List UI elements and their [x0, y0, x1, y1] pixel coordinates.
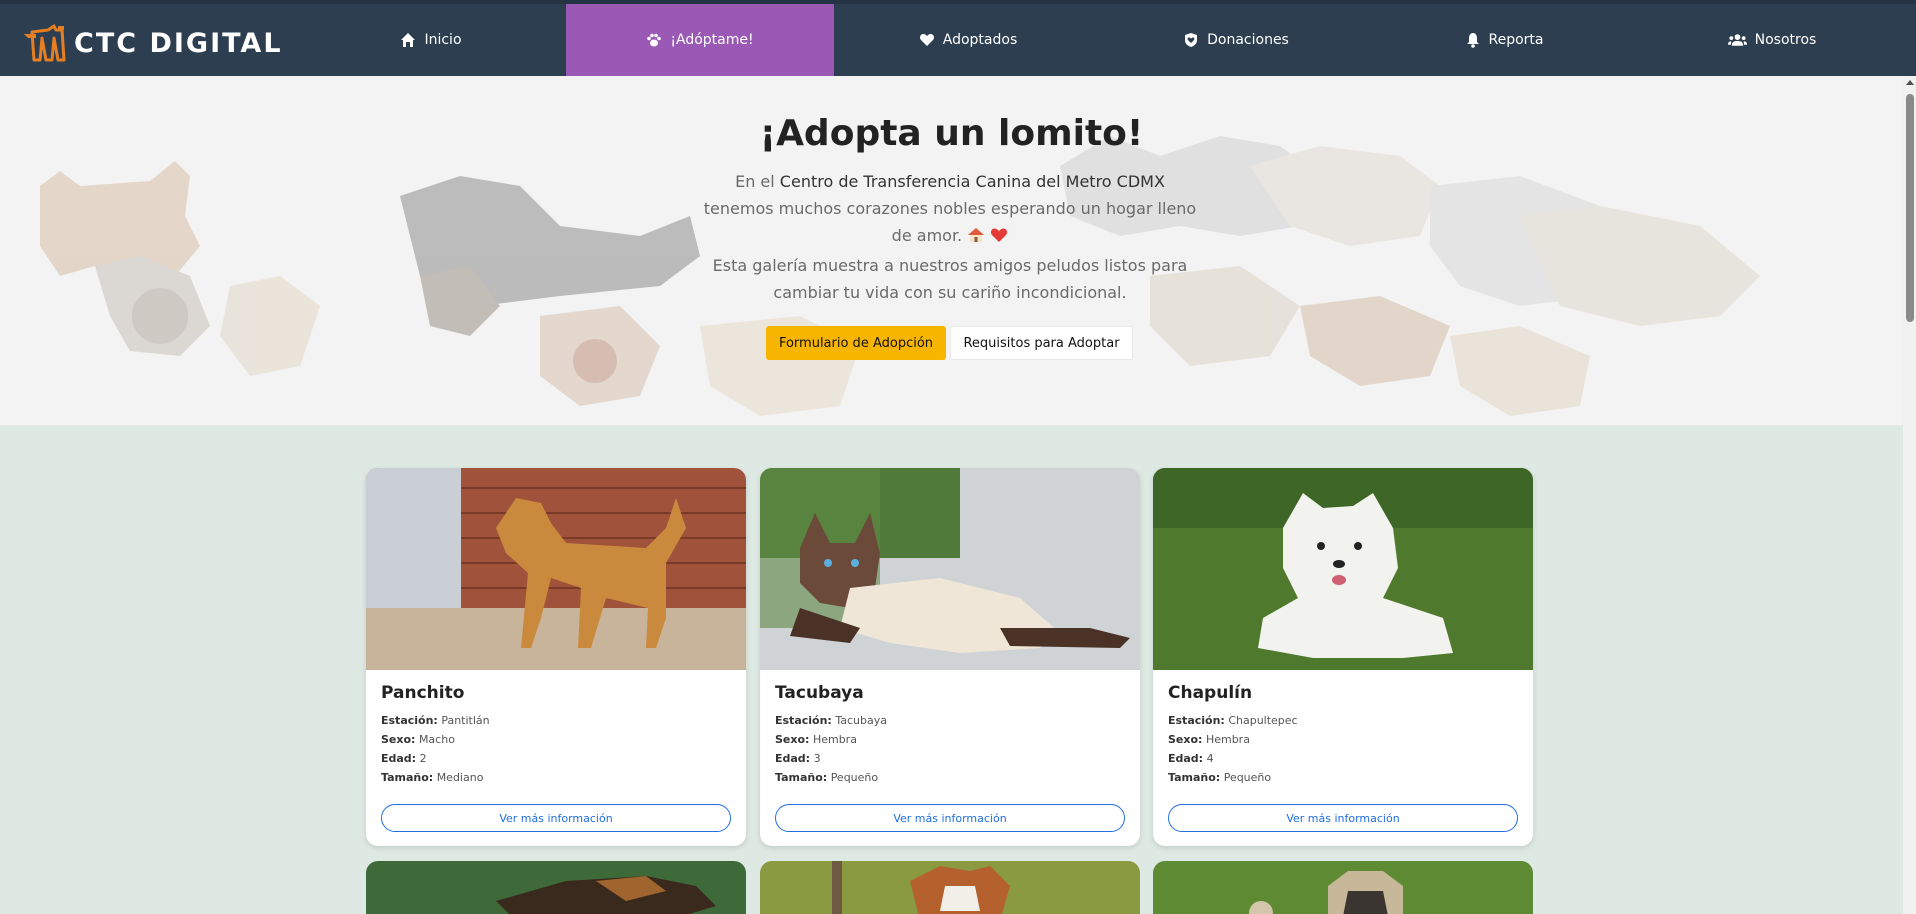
adoption-requirements-button[interactable]: Requisitos para Adoptar — [950, 326, 1133, 360]
hero-section: ¡Adopta un lomito! En el Centro de Trans… — [0, 76, 1903, 425]
pet-photo — [366, 468, 746, 670]
more-info-button[interactable]: Ver más información — [381, 804, 731, 832]
pet-age: Edad: 4 — [1168, 752, 1214, 765]
paw-icon — [647, 33, 662, 47]
pet-name: Tacubaya — [775, 683, 864, 703]
more-info-button[interactable]: Ver más información — [775, 804, 1125, 832]
pet-sex: Sexo: Hembra — [775, 733, 857, 746]
dog-photo-image — [366, 861, 746, 914]
dog-photo-image — [1153, 468, 1533, 670]
heart-icon — [919, 34, 934, 46]
dog-photo-image — [1153, 861, 1533, 914]
pet-card: Panchito Estación: Pantitlán Sexo: Macho… — [366, 468, 746, 846]
pet-size: Tamaño: Mediano — [381, 771, 484, 784]
nav-label: Inicio — [424, 32, 462, 48]
nav-label: Reporta — [1488, 32, 1544, 48]
more-info-button[interactable]: Ver más información — [1168, 804, 1518, 832]
page-scrollbar[interactable] — [1903, 76, 1916, 914]
heart-emoji-icon — [991, 228, 1008, 242]
hero-description: Esta galería muestra a nuestros amigos p… — [712, 256, 1188, 302]
pet-sex: Sexo: Hembra — [1168, 733, 1250, 746]
cat-photo-image — [760, 468, 1140, 670]
adoption-form-button[interactable]: Formulario de Adopción — [766, 326, 946, 360]
hero-intro: En el Centro de Transferencia Canina del… — [703, 172, 1197, 245]
home-icon — [401, 33, 416, 47]
pet-card: Chapulín Estación: Chapultepec Sexo: Hem… — [1153, 468, 1533, 846]
pet-size: Tamaño: Pequeño — [775, 771, 879, 784]
scroll-up-arrow-icon[interactable] — [1906, 80, 1914, 85]
pet-name: Panchito — [381, 683, 465, 703]
top-navbar: CTC DIGITAL Inicio ¡Adóptame! Adoptados … — [0, 0, 1916, 76]
pet-card-partial — [366, 861, 746, 914]
house-emoji-icon — [968, 228, 985, 242]
bell-icon — [1466, 33, 1479, 48]
pet-station: Estación: Tacubaya — [775, 714, 887, 727]
metro-dog-logo-icon — [24, 24, 66, 62]
dog-photo-image — [366, 468, 746, 670]
center-name: Centro de Transferencia Canina del Metro… — [779, 172, 1165, 191]
pet-station: Estación: Pantitlán — [381, 714, 490, 727]
nav-item-adoptame[interactable]: ¡Adóptame! — [566, 4, 834, 76]
hero-title: ¡Adopta un lomito! — [759, 113, 1144, 154]
users-icon — [1727, 34, 1747, 46]
pet-sex: Sexo: Macho — [381, 733, 455, 746]
nav-label: Donaciones — [1207, 32, 1289, 48]
shield-heart-icon — [1185, 33, 1198, 47]
pet-station: Estación: Chapultepec — [1168, 714, 1298, 727]
brand-name: CTC DIGITAL — [74, 27, 283, 59]
nav-item-adoptados[interactable]: Adoptados — [834, 4, 1102, 76]
nav-item-reporta[interactable]: Reporta — [1370, 4, 1638, 76]
nav-item-donaciones[interactable]: Donaciones — [1102, 4, 1370, 76]
dog-photo-image — [760, 861, 1140, 914]
scrollbar-thumb[interactable] — [1906, 94, 1914, 322]
nav-label: Nosotros — [1754, 32, 1817, 48]
pet-name: Chapulín — [1168, 683, 1253, 703]
pet-photo — [760, 468, 1140, 670]
pet-card-partial — [1153, 861, 1533, 914]
brand-logo[interactable]: CTC DIGITAL — [22, 24, 283, 62]
pet-age: Edad: 3 — [775, 752, 821, 765]
nav-item-inicio[interactable]: Inicio — [297, 4, 565, 76]
pet-card: Tacubaya Estación: Tacubaya Sexo: Hembra… — [760, 468, 1140, 846]
pet-size: Tamaño: Pequeño — [1168, 771, 1272, 784]
nav-label: Adoptados — [942, 32, 1018, 48]
nav-label: ¡Adóptame! — [670, 32, 754, 48]
nav-item-nosotros[interactable]: Nosotros — [1638, 4, 1906, 76]
pet-card-partial — [760, 861, 1140, 914]
pet-photo — [1153, 468, 1533, 670]
pet-age: Edad: 2 — [381, 752, 427, 765]
